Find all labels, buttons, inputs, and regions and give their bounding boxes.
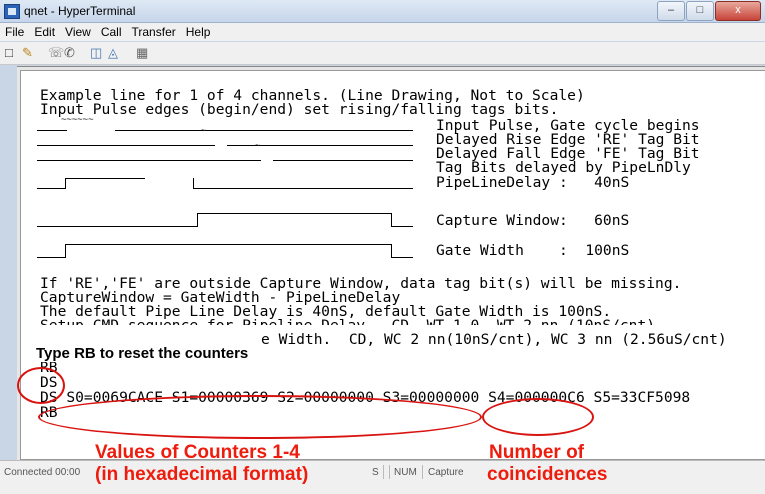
timing-line-drawing: ~~~~~~ ~ ~ (19, 116, 659, 260)
terminal-line: The default Pipe Line Delay is 40nS, def… (40, 303, 612, 320)
window-title: qnet - HyperTerminal (24, 4, 136, 18)
status-num: NUM (394, 467, 417, 478)
receive-icon[interactable]: ◬ (108, 46, 118, 60)
rb-highlight-ellipse (17, 367, 65, 404)
minimize-button[interactable]: – (657, 1, 685, 21)
properties-icon[interactable]: ▦ (136, 46, 148, 60)
terminal-line: e Width. CD, WC 2 nn(10nS/cnt), WC 3 nn … (261, 331, 727, 348)
status-segment-s: S (372, 467, 379, 478)
status-divider (383, 465, 384, 479)
status-capture: Capture (428, 467, 464, 478)
hyperterminal-app-icon[interactable] (4, 4, 20, 19)
coincidences-highlight-ellipse (482, 398, 594, 436)
counters-label-format: (in hexadecimal format) (95, 463, 309, 486)
new-icon[interactable]: □ (5, 46, 13, 60)
close-button[interactable]: x (715, 1, 761, 21)
menu-edit[interactable]: Edit (29, 23, 60, 39)
status-divider (389, 465, 390, 479)
menu-transfer[interactable]: Transfer (127, 23, 181, 39)
menu-help[interactable]: Help (181, 23, 216, 39)
disconnect-icon[interactable]: ☏ (48, 46, 64, 60)
terminal-line: Setup CMD sequence for Pipeline Delay. C… (40, 319, 655, 325)
menu-call[interactable]: Call (96, 23, 127, 39)
title-bar[interactable]: qnet - HyperTerminal – □ x (0, 0, 765, 23)
menu-file[interactable]: File (0, 23, 29, 39)
send-icon[interactable]: ◫ (90, 46, 102, 60)
reset-hint-annotation: Type RB to reset the counters (34, 345, 251, 362)
toolbar: □ ✎ ☏ ✆ ◫ ◬ ▦ (0, 42, 765, 65)
dial-icon[interactable]: ✆ (64, 46, 75, 60)
window-controls: – □ x (657, 1, 761, 21)
menu-view[interactable]: View (60, 23, 96, 39)
open-icon[interactable]: ✎ (22, 46, 33, 60)
status-connected: Connected 00:00 (4, 467, 81, 478)
maximize-button[interactable]: □ (686, 1, 714, 21)
coincidences-label-word: coincidences (487, 463, 608, 486)
status-divider (422, 465, 423, 479)
menu-bar: File Edit View Call Transfer Help (0, 23, 765, 41)
counters-highlight-ellipse (38, 395, 482, 439)
terminal-line: Input Pulse edges (begin/end) set rising… (40, 101, 559, 118)
